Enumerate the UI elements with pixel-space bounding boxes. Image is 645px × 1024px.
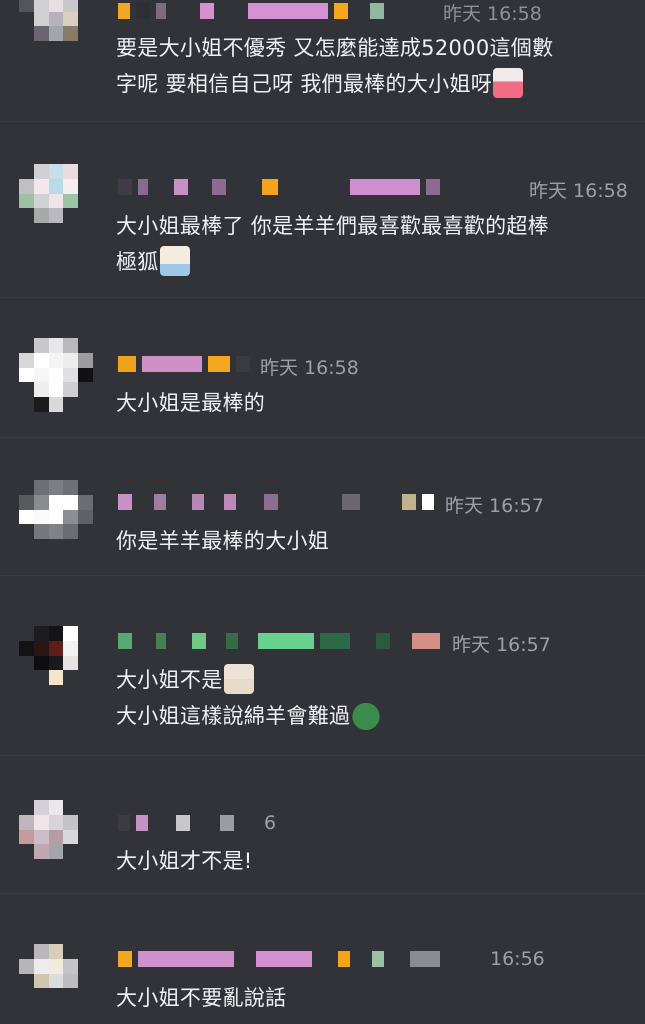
message-text-line: 你是羊羊最棒的大小姐 (116, 529, 329, 553)
shy-girl-sticker-icon[interactable] (223, 664, 254, 694)
message-text-line: 大小姐最棒了 你是羊羊們最喜歡最喜歡的超棒 (116, 214, 549, 238)
message-timestamp: 16:56 (490, 948, 545, 970)
message-item: 6 大小姐才不是! (0, 756, 645, 894)
username-pixelated[interactable] (118, 176, 518, 198)
message-text-line-content: 大小姐這樣說綿羊會難過 (116, 704, 351, 728)
message-text-line: 大小姐才不是! (116, 849, 253, 873)
message-timestamp: 昨天 16:58 (260, 357, 359, 379)
message-item: 昨天 16:57 大小姐不是 大小姐這樣說綿羊會難過 (0, 576, 645, 756)
username-pixelated[interactable] (118, 948, 518, 970)
message-timestamp: 昨天 16:58 (529, 180, 628, 202)
message-item: 昨天 16:58 大小姐最棒了 你是羊羊們最喜歡最喜歡的超棒 極狐 (0, 122, 645, 298)
heart-girl-sticker-icon[interactable] (493, 68, 524, 98)
avatar[interactable] (19, 626, 93, 700)
avatar[interactable] (19, 944, 93, 1018)
message-text-line: 大小姐是最棒的 (116, 391, 266, 415)
message-timestamp: 6 (264, 812, 277, 834)
username-pixelated[interactable] (118, 812, 518, 834)
message-text-line: 字呢 要相信自己呀 我們最棒的大小姐呀 (116, 68, 524, 100)
message-text-line: 大小姐這樣說綿羊會難過 (116, 700, 382, 732)
message-timestamp: 昨天 16:58 (443, 3, 542, 25)
avatar[interactable] (19, 338, 93, 412)
message-text-line: 大小姐不是 (116, 664, 254, 696)
message-text-line-content: 字呢 要相信自己呀 我們最棒的大小姐呀 (116, 72, 493, 96)
message-timestamp: 昨天 16:57 (445, 495, 544, 517)
message-text-line: 極狐 (116, 246, 190, 278)
frog-sticker-icon[interactable] (351, 700, 382, 730)
message-item: 昨天 16:58 大小姐是最棒的 (0, 298, 645, 438)
message-item: 16:56 大小姐不要亂說話 (0, 894, 645, 1024)
avatar[interactable] (19, 0, 93, 56)
avatar[interactable] (19, 164, 93, 238)
message-text-line-content: 極狐 (116, 250, 159, 274)
message-text-line-content: 大小姐不是 (116, 668, 223, 692)
message-timestamp: 昨天 16:57 (452, 634, 551, 656)
avatar[interactable] (19, 480, 93, 554)
message-text-line: 要是大小姐不優秀 又怎麼能達成52000這個數 (116, 36, 554, 60)
message-item: 昨天 16:57 你是羊羊最棒的大小姐 (0, 438, 645, 576)
message-item: 昨天 16:58 要是大小姐不優秀 又怎麼能達成52000這個數 字呢 要相信自… (0, 0, 645, 122)
message-text-line: 大小姐不要亂說話 (116, 986, 287, 1010)
avatar[interactable] (19, 800, 93, 874)
crying-girl-sticker-icon[interactable] (159, 246, 190, 276)
